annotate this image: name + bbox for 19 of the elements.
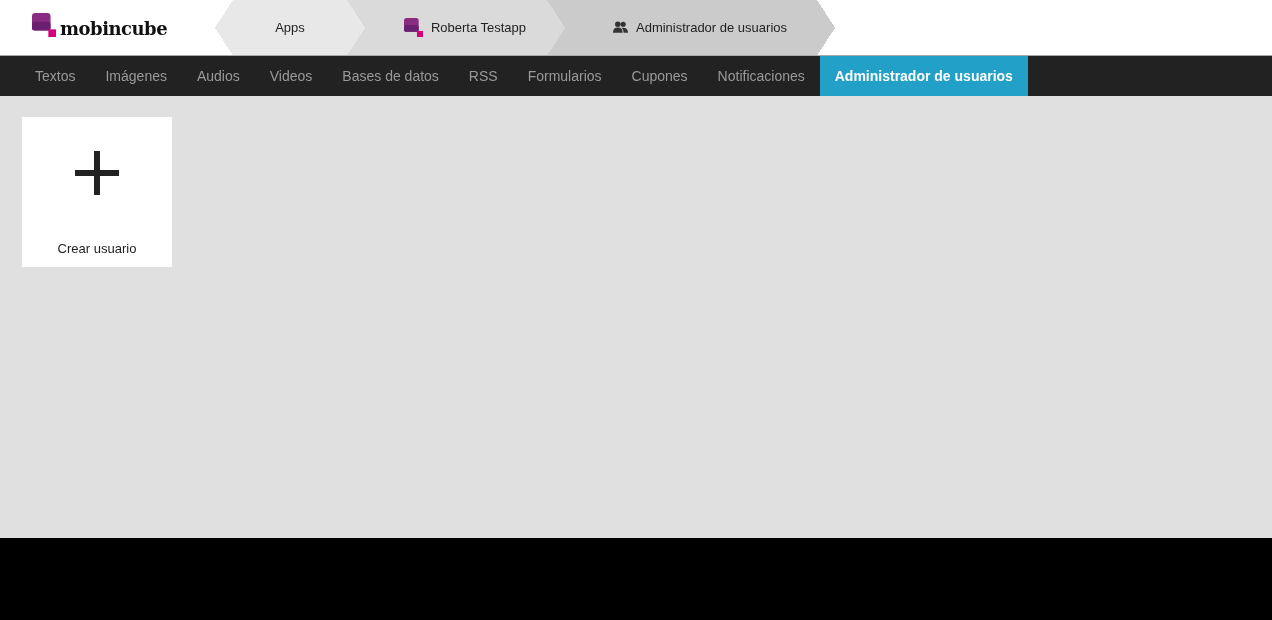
- nav-tab[interactable]: Cupones: [616, 56, 703, 96]
- nav-tab[interactable]: Imágenes: [90, 56, 182, 96]
- nav-tab[interactable]: Administrador de usuarios: [819, 56, 1028, 96]
- create-user-card[interactable]: Crear usuario: [22, 117, 172, 267]
- nav-tab[interactable]: Textos: [20, 56, 91, 96]
- users-icon: [613, 21, 628, 34]
- nav-tab[interactable]: Notificaciones: [702, 56, 820, 96]
- logo-icon: [32, 13, 56, 37]
- breadcrumb-item[interactable]: Roberta Testapp: [365, 0, 565, 55]
- nav-tab[interactable]: Videos: [254, 56, 328, 96]
- breadcrumb-item[interactable]: Apps: [215, 0, 365, 55]
- logo-text: mobincube: [60, 18, 168, 39]
- nav-tab[interactable]: Bases de datos: [327, 56, 454, 96]
- plus-icon: [75, 151, 119, 195]
- nav-tab[interactable]: RSS: [453, 56, 513, 96]
- nav-tab[interactable]: Formularios: [512, 56, 617, 96]
- breadcrumb-item[interactable]: Administrador de usuarios: [565, 0, 835, 55]
- app-icon: [403, 18, 423, 37]
- nav-tab[interactable]: Audios: [181, 56, 255, 96]
